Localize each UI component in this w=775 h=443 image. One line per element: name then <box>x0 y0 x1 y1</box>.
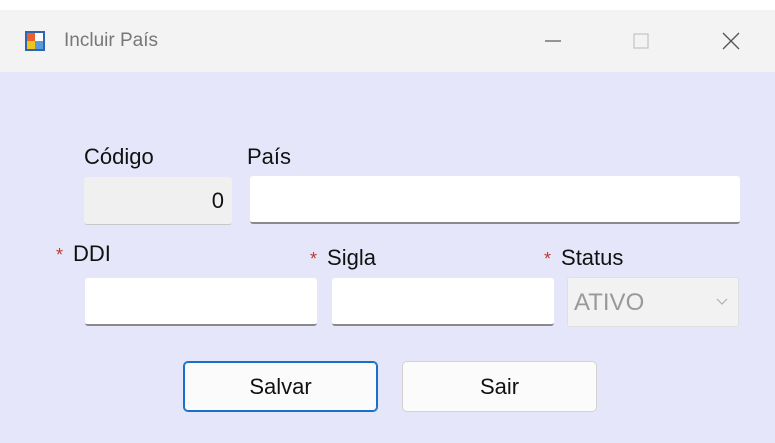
pais-label: País <box>247 144 292 169</box>
status-label: Status <box>561 245 624 270</box>
minimize-icon <box>545 40 561 42</box>
chevron-down-icon <box>716 298 728 305</box>
minimize-button[interactable] <box>510 10 596 72</box>
status-select[interactable]: ATIVO <box>567 277 739 327</box>
close-button[interactable] <box>688 10 774 72</box>
ddi-label: DDI <box>73 241 111 266</box>
title-bar[interactable]: Incluir País <box>0 10 775 72</box>
save-button[interactable]: Salvar <box>183 361 378 412</box>
status-selected-value: ATIVO <box>574 289 645 316</box>
sigla-label: Sigla <box>327 245 376 270</box>
codigo-field: 0 <box>84 177 232 225</box>
incluir-pais-window: Incluir País Código 0 País * DDI * Sigla *… <box>0 0 775 443</box>
codigo-label: Código <box>84 144 154 169</box>
ddi-input[interactable] <box>85 278 317 326</box>
window-title: Incluir País <box>64 30 158 51</box>
close-icon <box>722 32 740 50</box>
pais-input[interactable] <box>250 176 740 224</box>
sigla-input[interactable] <box>332 278 554 326</box>
maximize-button[interactable] <box>598 10 684 72</box>
maximize-icon <box>633 33 649 49</box>
ddi-label-group: * DDI <box>56 241 111 267</box>
app-form-icon <box>25 31 45 51</box>
status-label-group: * Status <box>544 245 623 271</box>
sigla-required-mark: * <box>310 249 318 269</box>
status-required-mark: * <box>544 249 552 269</box>
ddi-required-mark: * <box>56 245 64 265</box>
sigla-label-group: * Sigla <box>310 245 376 271</box>
exit-button[interactable]: Sair <box>402 361 597 412</box>
